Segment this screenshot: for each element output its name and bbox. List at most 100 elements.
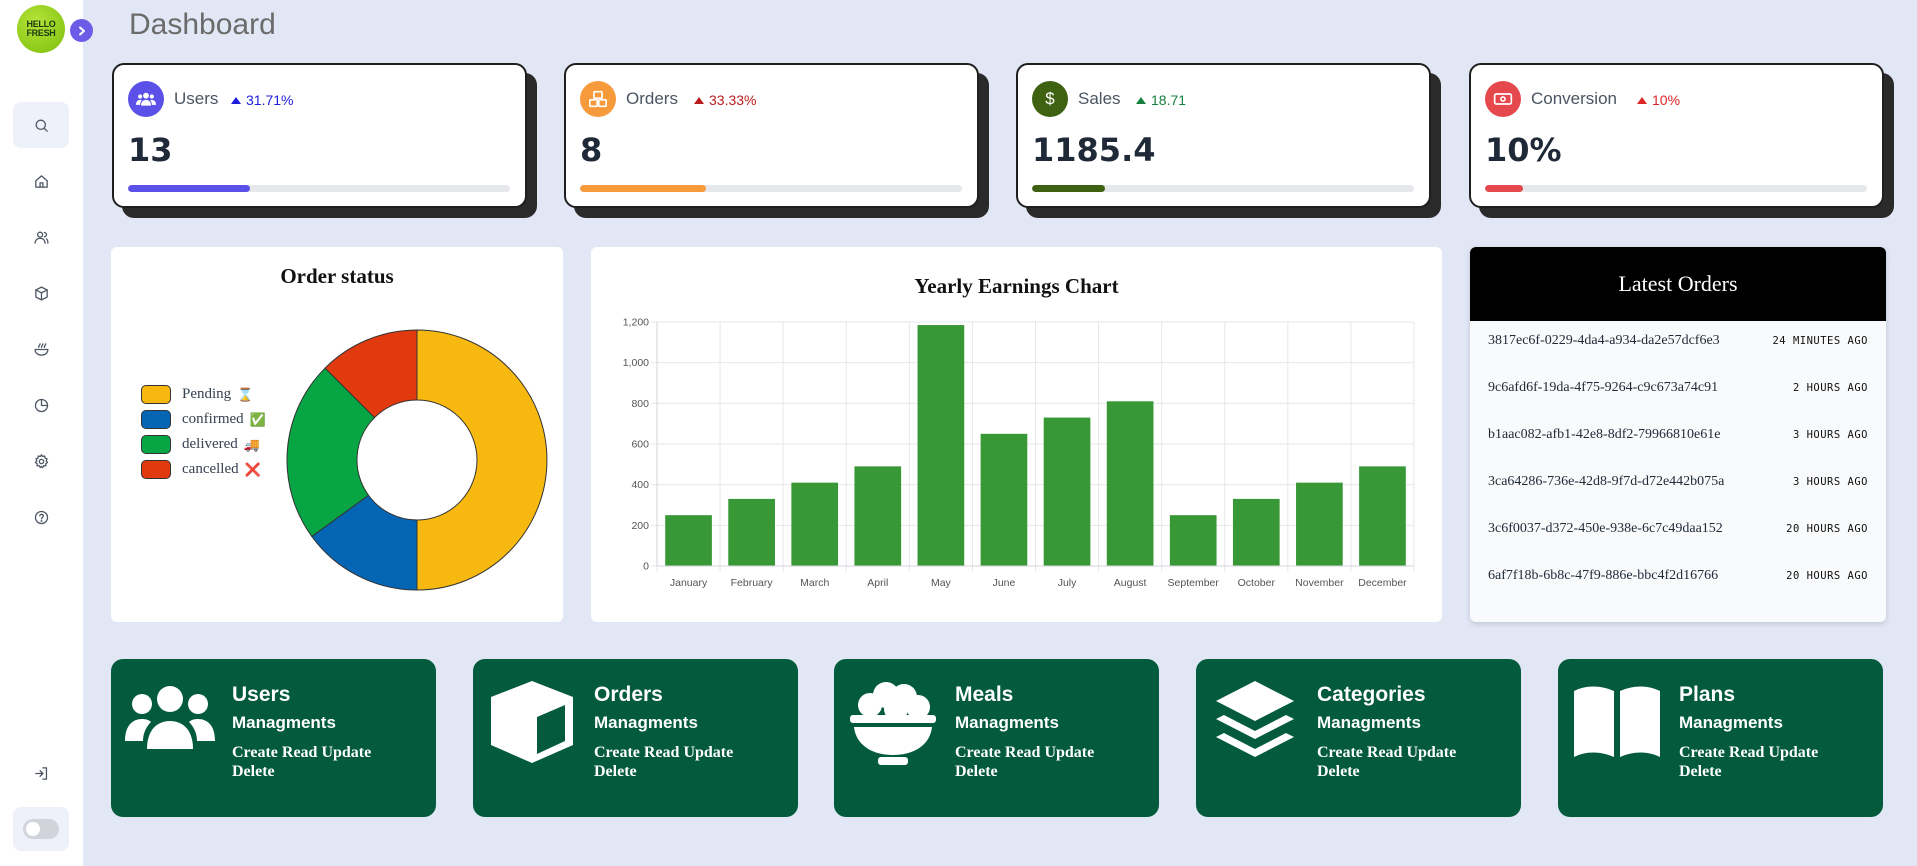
sidebar-item-search[interactable] [13, 102, 69, 148]
legend-item-cancelled[interactable]: cancelled ❌ [141, 460, 261, 479]
home-icon [34, 174, 48, 188]
pie-chart-icon [34, 398, 48, 412]
card-title: Orders [594, 683, 663, 706]
yearly-earnings-bar-chart: 0 200 400 600 800 1,000 1,200 January February Ma… [623, 317, 1415, 589]
layers-icon [1216, 681, 1294, 757]
stat-progress-fill [1032, 185, 1105, 192]
stat-progress-fill [580, 185, 707, 192]
y-tick-label: 800 [631, 398, 649, 410]
sidebar-item-orders[interactable] [13, 270, 69, 316]
y-tick-label: 1,200 [623, 317, 649, 329]
order-row[interactable]: 3817ec6f-0229-4da4-a934-da2e57dcf6e3 24 … [1488, 333, 1868, 349]
users-management-card[interactable]: Users Managments Create Read Update Dele… [111, 659, 436, 817]
users-icon [128, 81, 164, 117]
card-description: Create Read Update Delete [955, 744, 1095, 780]
card-subtitle: Managments [594, 713, 698, 732]
page-title: Dashboard [129, 8, 276, 41]
sidebar-item-home[interactable] [13, 158, 69, 204]
order-row[interactable]: b1aac082-afb1-42e8-8df2-79966810e61e 3 H… [1488, 427, 1868, 443]
bar-september[interactable] [1169, 515, 1217, 566]
stat-value: 10% [1485, 131, 1562, 169]
order-id: b1aac082-afb1-42e8-8df2-79966810e61e [1488, 427, 1721, 442]
x-tick-label: July [1058, 577, 1077, 589]
legend-swatch [141, 435, 171, 454]
bar-august[interactable] [1106, 401, 1154, 566]
stat-progress-fill [1485, 185, 1524, 192]
bar-january[interactable] [665, 515, 712, 566]
order-status-donut-chart [286, 329, 548, 591]
legend-swatch [141, 460, 171, 479]
sidebar-item-meals[interactable] [13, 326, 69, 372]
bar-june[interactable] [980, 433, 1028, 566]
x-tick-label: December [1358, 577, 1407, 589]
stat-card-sales: $ Sales 18.71 1185.4 [1016, 63, 1431, 208]
chevron-right-icon [78, 26, 85, 35]
meal-bowl-icon [850, 682, 936, 765]
card-title: Plans [1679, 683, 1736, 706]
sidebar-item-settings[interactable] [13, 438, 69, 484]
sidebar-item-reports[interactable] [13, 382, 69, 428]
box-icon [491, 681, 573, 763]
order-id: 3817ec6f-0229-4da4-a934-da2e57dcf6e3 [1488, 333, 1720, 348]
cross-icon: ❌ [244, 461, 261, 477]
latest-orders-title: Latest Orders [1470, 247, 1886, 321]
logout-button[interactable] [13, 750, 69, 796]
sidebar-item-users[interactable] [13, 214, 69, 260]
bar-november[interactable] [1296, 482, 1343, 566]
order-row[interactable]: 9c6afd6f-19da-4f75-9264-c9c673a74c91 2 H… [1488, 380, 1868, 396]
card-description: Create Read Update Delete [1679, 744, 1819, 780]
box-icon [34, 285, 48, 301]
y-tick-label: 600 [631, 439, 649, 451]
plans-management-card[interactable]: Plans Managments Create Read Update Dele… [1558, 659, 1883, 817]
dollar-icon: $ [1032, 81, 1068, 117]
legend-swatch [141, 410, 171, 429]
card-description: Create Read Update Delete [232, 744, 372, 780]
help-icon [34, 510, 48, 524]
theme-toggle[interactable] [23, 819, 59, 839]
legend-item-delivered[interactable]: delivered 🚚 [141, 435, 260, 454]
stat-progress-fill [128, 185, 251, 192]
y-tick-label: 200 [631, 520, 649, 532]
order-row[interactable]: 3ca64286-736e-42d8-9f7d-d72e442b075a 3 H… [1488, 474, 1868, 490]
order-status-panel: Order status Pending ⌛ confirmed ✅ deliv… [111, 247, 563, 622]
latest-orders-panel: Latest Orders 3817ec6f-0229-4da4-a934-da… [1470, 247, 1886, 622]
order-row[interactable]: 3c6f0037-d372-450e-938e-6c7c49daa152 20 … [1488, 521, 1868, 537]
sidebar-item-help[interactable] [13, 494, 69, 540]
legend-item-pending[interactable]: Pending ⌛ [141, 385, 253, 404]
stat-card-orders: Orders 33.33% 8 [564, 63, 979, 208]
bar-october[interactable] [1232, 498, 1280, 566]
bar-february[interactable] [728, 498, 775, 566]
truck-icon: 🚚 [243, 436, 260, 452]
theme-toggle-container [13, 807, 69, 851]
stat-progress-bar [128, 185, 510, 192]
bar-april[interactable] [854, 466, 902, 566]
x-tick-label: January [670, 577, 708, 589]
x-tick-label: March [800, 577, 829, 589]
gear-icon [34, 453, 48, 468]
sidebar: HELLO FRESH [0, 0, 83, 866]
bar-july[interactable] [1043, 417, 1091, 566]
legend-label: Pending [182, 386, 232, 402]
stat-progress-bar [1485, 185, 1867, 192]
stat-card-conversion: Conversion 10% 10% [1469, 63, 1884, 208]
card-description: Create Read Update Delete [1317, 744, 1457, 780]
categories-management-card[interactable]: Categories Managments Create Read Update… [1196, 659, 1521, 817]
card-subtitle: Managments [1317, 713, 1421, 732]
expand-sidebar-button[interactable] [70, 19, 93, 42]
x-tick-label: August [1114, 577, 1147, 589]
x-tick-label: June [993, 577, 1016, 589]
stat-value: 8 [580, 131, 603, 169]
orders-management-card[interactable]: Orders Managments Create Read Update Del… [473, 659, 798, 817]
meals-management-card[interactable]: Meals Managments Create Read Update Dele… [834, 659, 1159, 817]
stat-card-users: Users 31.71% 13 [112, 63, 527, 208]
order-row[interactable]: 6af7f18b-6b8c-47f9-886e-bbc4f2d16766 20 … [1488, 568, 1868, 584]
bar-december[interactable] [1359, 466, 1406, 566]
bar-march[interactable] [791, 482, 839, 566]
hellofresh-logo[interactable]: HELLO FRESH [17, 5, 65, 53]
legend-item-confirmed[interactable]: confirmed ✅ [141, 410, 266, 429]
y-tick-label: 1,000 [623, 357, 649, 369]
bar-may[interactable] [917, 325, 965, 566]
stat-label: Sales [1078, 89, 1121, 108]
donut-slice-pending[interactable] [416, 329, 548, 591]
stat-label: Orders [626, 89, 678, 108]
